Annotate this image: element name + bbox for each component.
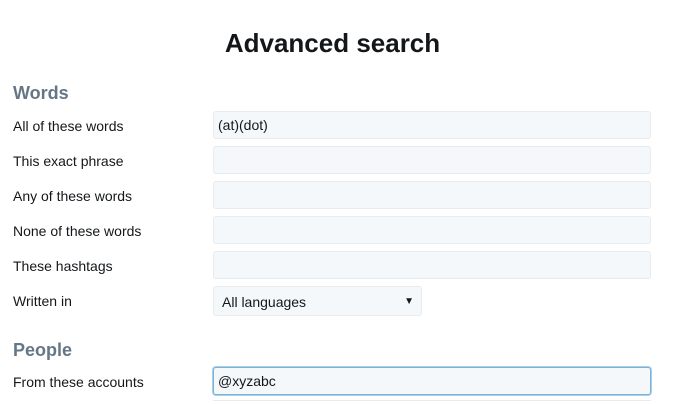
language-select[interactable]: All languages ▼ bbox=[213, 286, 422, 316]
any-words-row: Any of these words bbox=[0, 181, 677, 211]
hashtags-input[interactable] bbox=[213, 251, 651, 279]
language-row: Written in All languages ▼ bbox=[0, 286, 677, 316]
from-accounts-row: From these accounts bbox=[0, 367, 677, 397]
from-accounts-input[interactable] bbox=[213, 367, 651, 395]
all-words-label: All of these words bbox=[13, 118, 124, 134]
all-words-row: All of these words bbox=[0, 111, 677, 141]
dropdown-arrow-icon: ▼ bbox=[404, 296, 414, 307]
words-section-heading: Words bbox=[13, 83, 69, 103]
none-words-label: None of these words bbox=[13, 223, 142, 239]
exact-phrase-input[interactable] bbox=[213, 146, 651, 174]
hashtags-label: These hashtags bbox=[13, 258, 113, 274]
advanced-search-page: Advanced search Words All of these words… bbox=[0, 0, 677, 404]
all-words-input[interactable] bbox=[213, 111, 651, 139]
from-accounts-label: From these accounts bbox=[13, 374, 144, 390]
next-field-edge bbox=[213, 400, 651, 404]
none-words-row: None of these words bbox=[0, 216, 677, 246]
people-section-heading: People bbox=[13, 340, 73, 360]
language-selected-value: All languages bbox=[222, 294, 307, 310]
exact-phrase-row: This exact phrase bbox=[0, 146, 677, 176]
exact-phrase-label: This exact phrase bbox=[13, 153, 124, 169]
any-words-input[interactable] bbox=[213, 181, 651, 209]
page-title: Advanced search bbox=[224, 28, 441, 58]
none-words-input[interactable] bbox=[213, 216, 651, 244]
language-label: Written in bbox=[13, 293, 72, 309]
any-words-label: Any of these words bbox=[13, 188, 133, 204]
hashtags-row: These hashtags bbox=[0, 251, 677, 281]
